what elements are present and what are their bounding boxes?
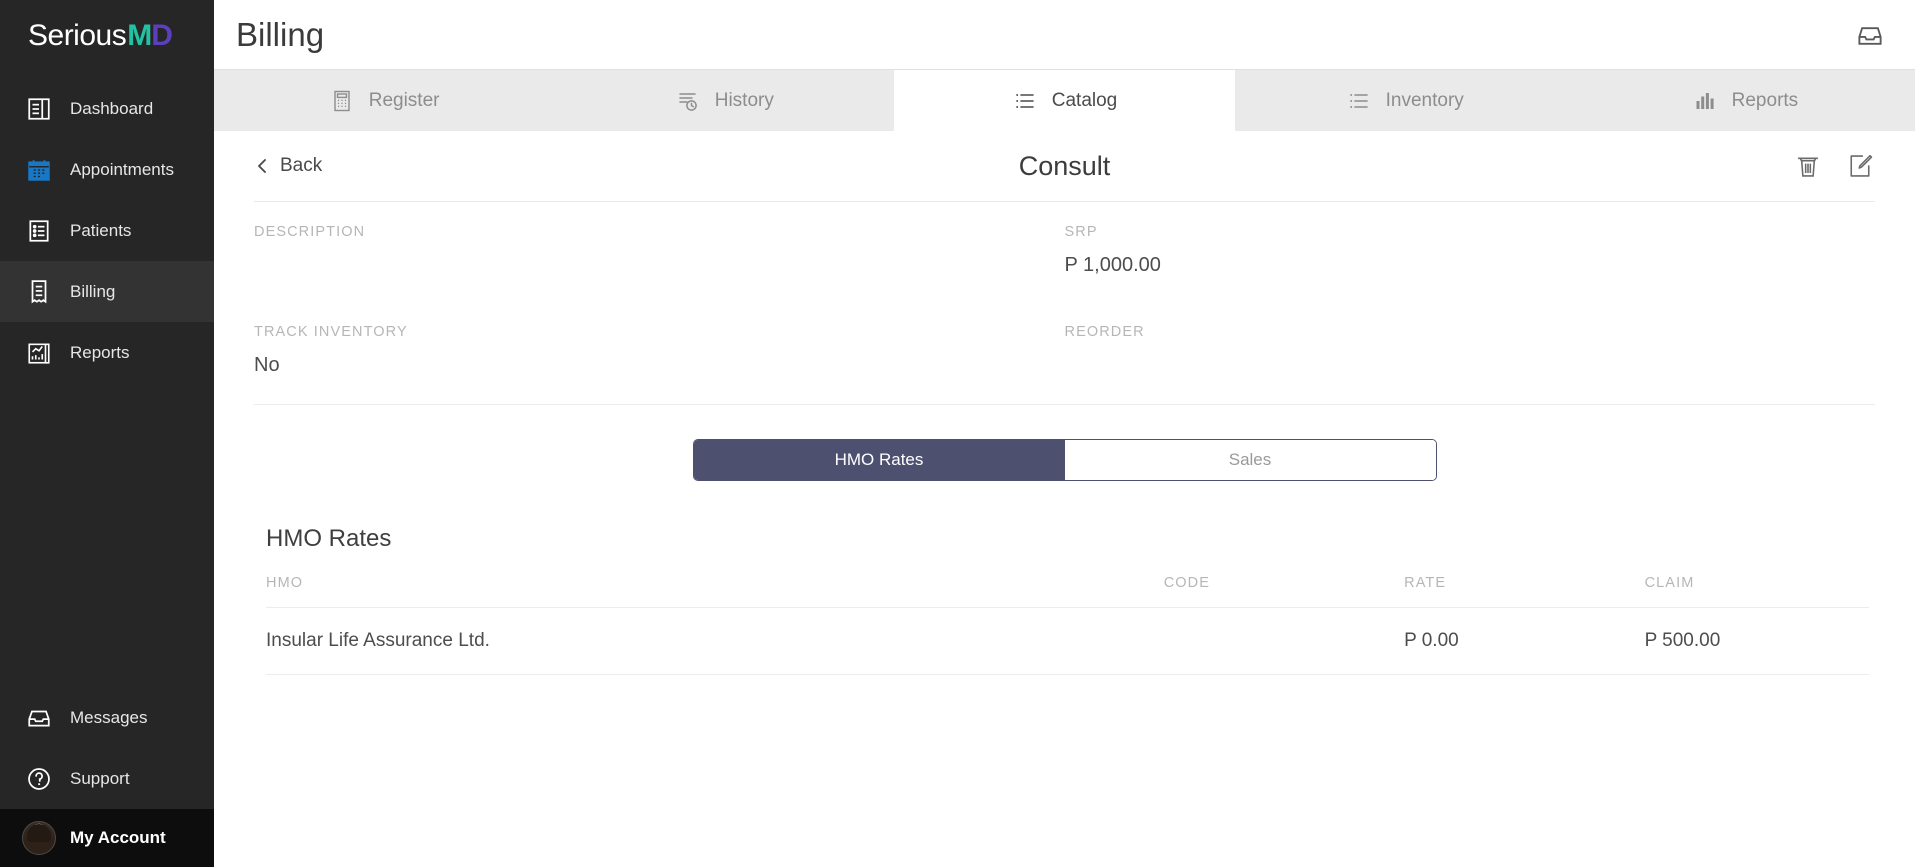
list-icon [1346, 88, 1372, 114]
content-area: Back Consult DESCRIPTION SRP P 1,000.00 … [214, 131, 1915, 867]
sidebar-item-label: Dashboard [70, 98, 154, 118]
sidebar-item-label: Patients [70, 220, 132, 240]
hmo-rates-table: HMO CODE RATE CLAIM Insular Life Assuran… [266, 575, 1869, 675]
logo-m: M [127, 19, 152, 52]
table-header-row: HMO CODE RATE CLAIM [266, 575, 1869, 608]
segment-label: Sales [1228, 450, 1272, 469]
field-value: No [254, 354, 280, 376]
column-header-hmo: HMO [266, 575, 1164, 608]
cell-hmo: Insular Life Assurance Ltd. [266, 607, 1164, 675]
field-row: DESCRIPTION SRP P 1,000.00 [254, 224, 1875, 280]
tab-inventory[interactable]: Inventory [1235, 70, 1575, 131]
field-description: DESCRIPTION [254, 224, 1065, 280]
list-icon [1012, 88, 1038, 114]
tab-register[interactable]: Register [214, 70, 554, 131]
column-header-claim: CLAIM [1644, 575, 1869, 608]
report-chart-icon [22, 336, 56, 370]
segment-label: HMO Rates [834, 450, 924, 469]
sidebar-item-reports[interactable]: Reports [0, 322, 214, 383]
sidebar: Serious MD Dashboard Appointments Patien… [0, 0, 214, 867]
tab-bar: Register History Catalog Inventory Repor… [214, 69, 1915, 131]
segment-sales[interactable]: Sales [1064, 440, 1436, 480]
field-label: DESCRIPTION [254, 224, 366, 240]
question-circle-icon [22, 762, 56, 796]
page-title: Billing [236, 15, 325, 53]
inbox-icon [22, 701, 56, 735]
tab-label: Reports [1731, 89, 1799, 111]
cell-code [1163, 607, 1405, 675]
tab-label: History [714, 89, 774, 111]
cell-claim: P 500.00 [1644, 607, 1869, 675]
calculator-icon [329, 88, 355, 114]
sidebar-item-my-account[interactable]: My Account [0, 809, 214, 867]
field-label: SRP [1064, 224, 1098, 240]
field-track-inventory: TRACK INVENTORY No [254, 324, 1065, 380]
tab-reports[interactable]: Reports [1575, 70, 1915, 131]
tab-history[interactable]: History [554, 70, 894, 131]
sidebar-item-support[interactable]: Support [0, 748, 214, 809]
field-label: TRACK INVENTORY [254, 324, 408, 340]
segmented-control-wrap: HMO Rates Sales [254, 439, 1875, 481]
history-clock-icon [675, 88, 701, 114]
column-header-rate: RATE [1404, 575, 1645, 608]
chevron-left-icon [254, 156, 270, 176]
sidebar-item-appointments[interactable]: Appointments [0, 139, 214, 200]
logo-text: Serious [28, 19, 127, 52]
edit-document-icon[interactable] [1845, 151, 1875, 181]
tab-label: Register [368, 89, 440, 111]
logo-d: D [151, 19, 173, 52]
sidebar-bottom-nav: Messages Support My Account [0, 687, 214, 867]
sidebar-item-label: Billing [70, 281, 116, 301]
dashboard-icon [22, 92, 56, 126]
field-reorder: REORDER [1065, 324, 1876, 380]
field-row: TRACK INVENTORY No REORDER [254, 324, 1875, 405]
sidebar-item-billing[interactable]: Billing [0, 261, 214, 322]
segmented-control: HMO Rates Sales [692, 439, 1437, 481]
tab-catalog[interactable]: Catalog [894, 70, 1235, 131]
receipt-icon [22, 275, 56, 309]
sidebar-nav: Dashboard Appointments Patients Billing … [0, 78, 214, 383]
sidebar-item-dashboard[interactable]: Dashboard [0, 78, 214, 139]
app-logo[interactable]: Serious MD [0, 0, 214, 72]
account-label: My Account [70, 828, 166, 847]
top-bar: Billing [214, 0, 1915, 69]
app-root: Serious MD Dashboard Appointments Patien… [0, 0, 1915, 867]
cell-rate: P 0.00 [1404, 607, 1645, 675]
field-value [1065, 354, 1836, 380]
detail-header: Back Consult [254, 131, 1875, 201]
detail-fields: DESCRIPTION SRP P 1,000.00 TRACK INVENTO… [254, 201, 1875, 405]
field-srp: SRP P 1,000.00 [1065, 224, 1876, 280]
section-title: HMO Rates [266, 525, 392, 552]
back-button[interactable]: Back [254, 155, 322, 177]
segment-hmo-rates[interactable]: HMO Rates [693, 440, 1065, 480]
table-row[interactable]: Insular Life Assurance Ltd. P 0.00 P 500… [266, 607, 1869, 675]
column-header-code: CODE [1163, 575, 1405, 608]
sidebar-item-label: Messages [70, 707, 148, 727]
calendar-icon [22, 153, 56, 187]
back-label: Back [280, 155, 323, 176]
sidebar-item-label: Appointments [70, 159, 174, 179]
field-value [254, 254, 1025, 280]
sidebar-item-label: Reports [70, 342, 130, 362]
bar-chart-icon [1692, 88, 1718, 114]
detail-actions [1793, 151, 1875, 181]
sidebar-item-messages[interactable]: Messages [0, 687, 214, 748]
inbox-icon[interactable] [1853, 18, 1887, 52]
trash-icon[interactable] [1793, 151, 1823, 181]
patient-list-icon [22, 214, 56, 248]
main-area: Billing Register History Catalog Invento… [214, 0, 1915, 867]
tab-label: Catalog [1051, 89, 1118, 111]
detail-title: Consult [1018, 150, 1111, 181]
sidebar-item-label: Support [70, 768, 130, 788]
hmo-rates-section: HMO Rates HMO CODE RATE CLAIM Insular Li… [254, 525, 1875, 675]
field-value: P 1,000.00 [1064, 254, 1161, 276]
sidebar-item-patients[interactable]: Patients [0, 200, 214, 261]
tab-label: Inventory [1385, 89, 1464, 111]
field-label: REORDER [1064, 324, 1145, 340]
avatar [22, 821, 56, 855]
